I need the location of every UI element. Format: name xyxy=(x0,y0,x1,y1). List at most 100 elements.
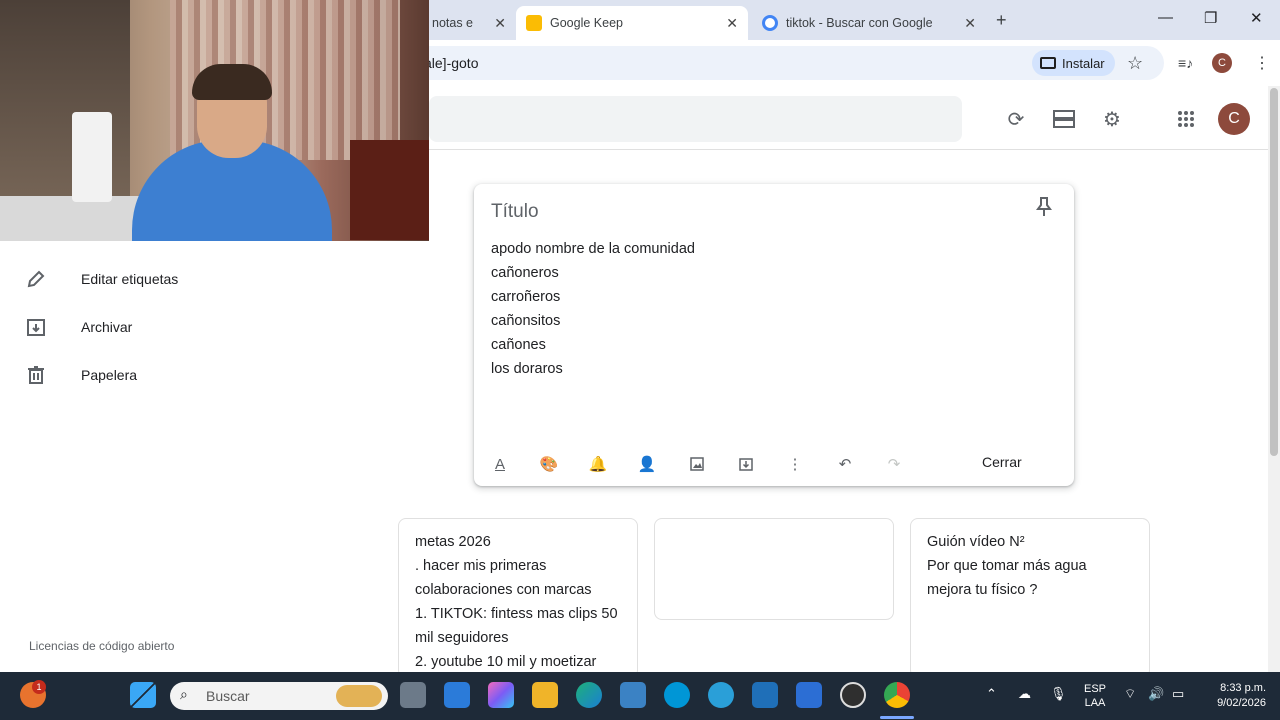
sidebar-item-trash[interactable]: Papelera xyxy=(0,351,280,399)
search-icon: ⌕ xyxy=(180,686,188,702)
trash-icon xyxy=(28,366,44,384)
undo-icon[interactable]: ↶ xyxy=(835,454,855,474)
install-icon xyxy=(1040,57,1056,69)
sidebar-item-label: Papelera xyxy=(81,367,138,383)
palette-icon[interactable]: 🎨 xyxy=(539,454,559,474)
keyboard-layout: LAA xyxy=(1084,697,1106,709)
tab-notas[interactable]: notas e ✕ xyxy=(420,6,516,40)
note-card-line: 2. youtube 10 mil y moetizar xyxy=(415,654,597,670)
new-tab-icon[interactable]: + xyxy=(996,10,1007,31)
sidebar-item-label: Archivar xyxy=(81,319,133,335)
note-body-line[interactable]: apodo nombre de la comunidad xyxy=(491,241,695,257)
browser-menu-icon[interactable]: ⋮ xyxy=(1254,53,1270,73)
note-card[interactable]: Guión vídeo N² Por que tomar más agua me… xyxy=(910,518,1150,678)
note-body-line[interactable]: cañoneros xyxy=(491,265,559,281)
close-window-icon[interactable]: ✕ xyxy=(1250,9,1263,27)
formatting-icon[interactable]: A xyxy=(490,454,510,474)
task-view-icon[interactable] xyxy=(400,682,426,708)
more-options-icon[interactable]: ⋮ xyxy=(785,454,805,474)
note-title-input[interactable]: Título xyxy=(491,201,539,223)
cloud-off-icon[interactable]: ☁ xyxy=(1018,686,1031,702)
chevron-up-icon[interactable]: ⌃ xyxy=(986,686,997,702)
note-card-line: . hacer mis primeras xyxy=(415,558,547,574)
list-view-icon[interactable] xyxy=(1052,107,1076,131)
sidebar-item-edit-labels[interactable]: Editar etiquetas xyxy=(0,255,280,303)
settings-gear-icon[interactable]: ⚙ xyxy=(1100,107,1124,131)
url-text[interactable]: ale]-goto xyxy=(424,55,478,71)
microphone-icon[interactable]: 🎙 xyxy=(1050,686,1067,702)
close-icon[interactable]: ✕ xyxy=(726,15,738,32)
note-editor[interactable]: Título apodo nombre de la comunidad caño… xyxy=(474,184,1074,486)
battery-icon[interactable]: ▭ xyxy=(1172,686,1184,702)
bookmark-star-icon[interactable]: ☆ xyxy=(1127,53,1143,74)
archive-icon xyxy=(27,319,45,336)
active-app-indicator xyxy=(880,716,914,719)
tab-title: Google Keep xyxy=(550,16,623,30)
tab-tiktok-search[interactable]: tiktok - Buscar con Google ✕ xyxy=(752,6,986,40)
webcam-overlay xyxy=(0,0,429,241)
note-body-line[interactable]: cañones xyxy=(491,337,546,353)
obs-icon[interactable] xyxy=(840,682,866,708)
widgets-icon[interactable] xyxy=(444,682,470,708)
store-icon[interactable] xyxy=(620,682,646,708)
note-card-line: Guión vídeo N² xyxy=(927,534,1025,550)
note-card-line: 1. TIKTOK: fintess mas clips 50 xyxy=(415,606,618,622)
close-icon[interactable]: ✕ xyxy=(964,15,976,32)
note-card-line: colaboraciones con marcas xyxy=(415,582,592,598)
sidebar-item-archive[interactable]: Archivar xyxy=(0,303,280,351)
search-highlight-image xyxy=(336,685,382,707)
media-control-icon[interactable]: ≡♪ xyxy=(1178,55,1193,71)
add-image-icon[interactable] xyxy=(687,454,707,474)
language-code: ESP xyxy=(1083,683,1106,695)
note-body-line[interactable]: carroñeros xyxy=(491,289,560,305)
profile-avatar[interactable]: C xyxy=(1212,53,1232,73)
scrollbar-thumb[interactable] xyxy=(1270,88,1278,456)
tab-title: tiktok - Buscar con Google xyxy=(786,16,933,30)
clock-date: 9/02/2026 xyxy=(1217,697,1266,709)
apps-grid-icon[interactable] xyxy=(1174,107,1198,131)
webcam-background xyxy=(72,112,112,202)
hp-icon[interactable] xyxy=(664,682,690,708)
tab-title: notas e xyxy=(432,16,474,30)
notification-badge: 1 xyxy=(32,680,46,694)
close-icon[interactable]: ✕ xyxy=(494,15,506,32)
app-icon[interactable] xyxy=(752,682,778,708)
outlook-icon[interactable] xyxy=(796,682,822,708)
minimize-icon[interactable]: — xyxy=(1158,9,1173,26)
chrome-icon[interactable] xyxy=(884,682,910,708)
reminder-bell-icon[interactable]: 🔔 xyxy=(588,454,608,474)
keep-search-input[interactable] xyxy=(429,96,962,142)
install-label: Instalar xyxy=(1062,55,1105,71)
note-card[interactable] xyxy=(654,518,894,620)
note-card[interactable]: metas 2026 . hacer mis primeras colabora… xyxy=(398,518,638,678)
account-avatar[interactable]: C xyxy=(1218,103,1250,135)
note-card-line: mil seguidores xyxy=(415,630,509,646)
restore-icon[interactable]: ❐ xyxy=(1204,9,1217,27)
note-card-line: Por que tomar más agua xyxy=(927,558,1087,574)
google-icon xyxy=(762,15,778,31)
open-source-licenses-link[interactable]: Licencias de código abierto xyxy=(29,639,174,653)
windows-start-icon[interactable] xyxy=(130,682,156,708)
note-body-line[interactable]: los doraros xyxy=(491,361,563,377)
copilot-icon[interactable] xyxy=(488,682,514,708)
close-note-button[interactable]: Cerrar xyxy=(982,454,1022,470)
language-indicator[interactable]: ESP LAA xyxy=(1082,682,1108,710)
webcam-person xyxy=(192,64,272,100)
edge-icon[interactable] xyxy=(576,682,602,708)
note-body-line[interactable]: cañonsitos xyxy=(491,313,560,329)
archive-icon[interactable] xyxy=(736,454,756,474)
clock[interactable]: 8:33 p.m. 9/02/2026 xyxy=(1202,681,1266,711)
file-explorer-icon[interactable] xyxy=(532,682,558,708)
install-button[interactable]: Instalar xyxy=(1032,50,1115,76)
keep-icon xyxy=(526,15,542,31)
pin-icon[interactable] xyxy=(1035,196,1053,218)
volume-icon[interactable]: 🔊 xyxy=(1148,686,1164,702)
wifi-icon[interactable]: ⌔ xyxy=(1124,686,1136,702)
help-icon[interactable] xyxy=(708,682,734,708)
collaborator-icon[interactable]: 👤 xyxy=(637,454,657,474)
taskbar-search-label: Buscar xyxy=(206,688,250,704)
tab-google-keep[interactable]: Google Keep ✕ xyxy=(516,6,748,40)
refresh-icon[interactable]: ⟳ xyxy=(1004,107,1028,131)
redo-icon: ↷ xyxy=(887,456,901,473)
webcam-background xyxy=(350,140,429,240)
